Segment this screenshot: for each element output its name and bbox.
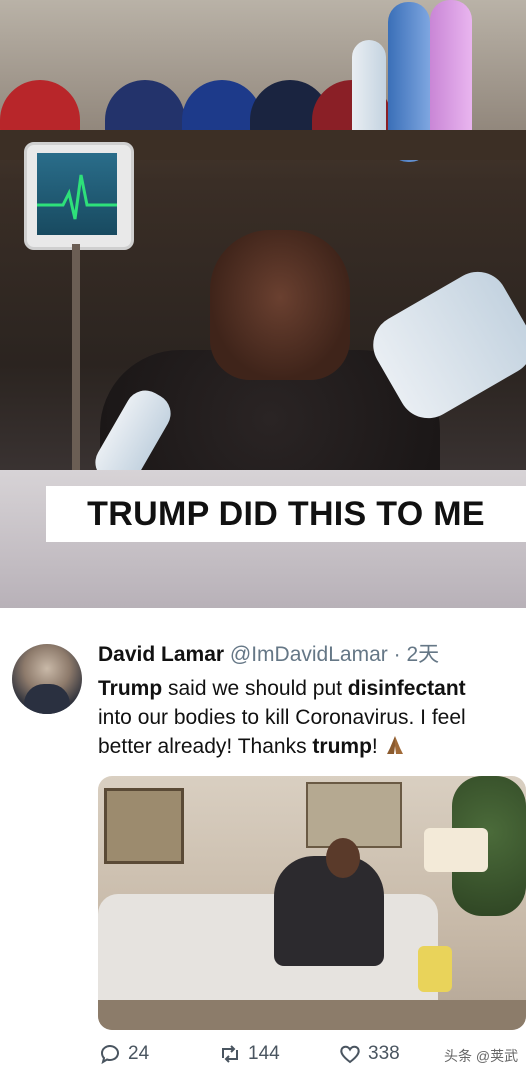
tweet-photo[interactable] xyxy=(98,776,526,1030)
tweet-line: better already! Thanks trump! xyxy=(98,732,526,761)
keyword-trump: Trump xyxy=(98,677,163,700)
reply-count: 24 xyxy=(128,1043,150,1064)
tweet-header: David Lamar @ImDavidLamar · 2天 xyxy=(98,638,439,668)
tweet-text: Trump said we should put disinfectant in… xyxy=(98,674,526,761)
text-fragment: ! xyxy=(371,735,378,758)
man-head xyxy=(210,230,350,380)
retweet-count: 144 xyxy=(248,1043,280,1064)
avatar[interactable] xyxy=(12,644,82,714)
wall-map xyxy=(104,788,184,864)
sofa xyxy=(98,894,438,1006)
meme-image: TRUMP DID THIS TO ME xyxy=(0,0,526,608)
person xyxy=(274,856,384,966)
author-handle[interactable]: @ImDavidLamar xyxy=(230,643,388,666)
avatar-figure xyxy=(24,684,70,714)
separator: · xyxy=(393,643,401,666)
reply-icon xyxy=(101,1045,119,1065)
tweet-time[interactable]: 2天 xyxy=(406,643,439,666)
person-head xyxy=(326,838,360,878)
text-fragment: better already! Thanks xyxy=(98,735,313,758)
folded-hands-icon xyxy=(386,736,403,754)
bleach-jug xyxy=(418,946,452,992)
meme-caption: TRUMP DID THIS TO ME xyxy=(46,486,526,542)
rug xyxy=(98,1000,526,1030)
lamp xyxy=(424,828,488,872)
tweet-card[interactable]: David Lamar @ImDavidLamar · 2天 Trump sai… xyxy=(0,608,526,1080)
retweet-button[interactable]: 144 xyxy=(218,1042,280,1066)
text-fragment: said we should put xyxy=(162,677,348,700)
tweet-line: into our bodies to kill Coronavirus. I f… xyxy=(98,706,466,729)
phone-heart-monitor xyxy=(24,142,134,250)
keyword-trump: trump xyxy=(312,735,372,758)
wall-frame xyxy=(306,782,402,848)
retweet-icon xyxy=(222,1045,238,1063)
author-name[interactable]: David Lamar xyxy=(98,643,224,666)
heart-icon xyxy=(340,1045,360,1064)
like-count: 338 xyxy=(368,1043,400,1064)
keyword-disinfectant: disinfectant xyxy=(347,677,466,700)
tweet-line: Trump said we should put disinfectant xyxy=(98,674,526,703)
reply-button[interactable]: 24 xyxy=(98,1042,149,1066)
heartbeat-icon xyxy=(37,174,117,220)
like-button[interactable]: 338 xyxy=(338,1042,400,1066)
watermark: 头条 @荚武 xyxy=(444,1048,519,1064)
